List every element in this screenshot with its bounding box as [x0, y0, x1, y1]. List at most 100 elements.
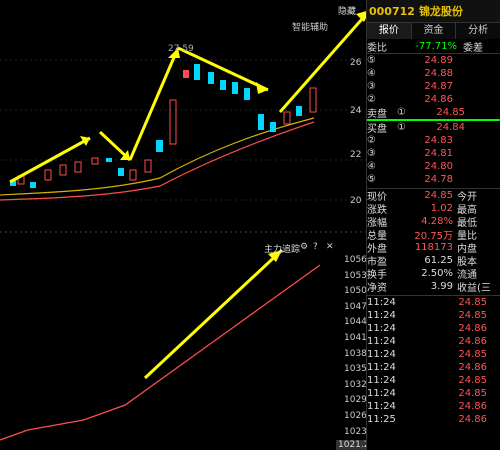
sell-2-price: 24.86: [424, 94, 453, 105]
indicator-y-tick: 1029: [344, 395, 367, 406]
trade-price: 24.86: [458, 336, 487, 347]
tab-funds[interactable]: 资金: [411, 23, 457, 39]
stat-value: 2.50%: [421, 268, 453, 279]
trade-time: 11:25: [367, 414, 396, 425]
stat-value: 24.85: [424, 190, 453, 201]
trade-time: 11:24: [367, 310, 396, 321]
weibi-row: 委比 -77.71% 委差: [367, 40, 500, 54]
weibi-value: -77.71%: [415, 41, 457, 52]
stat-extra: 收益(三: [457, 283, 491, 294]
weicha-label: 委差: [463, 43, 483, 54]
annotation-label: 27.59: [168, 44, 194, 54]
trade-price: 24.86: [458, 323, 487, 334]
sell-3: ③ 24.87: [367, 80, 500, 93]
buy-4: ④ 24.80: [367, 160, 500, 173]
trade-row: 11:24 24.86: [367, 361, 500, 374]
sell-label: 卖盘: [367, 109, 387, 120]
quote-panel: 000712 锦龙股份 报价 资金 分析 委比 -77.71% 委差 ⑤ 24.…: [366, 0, 500, 450]
buy-5-price: 24.78: [424, 174, 453, 185]
indicator-title: 主力追踪: [264, 245, 301, 255]
stats-section: 现价 24.85 今开 涨跌 1.02 最高 涨幅 4.28% 最低 总量 20.75万 量比 外盘 11…: [367, 189, 500, 294]
indicator-y-tick: 1041: [344, 333, 367, 343]
sell-5-price: 24.89: [424, 55, 453, 66]
hide-label[interactable]: 隐藏: [338, 4, 356, 17]
trade-row: 11:25 24.86: [367, 413, 500, 426]
trade-row: 11:24 24.85: [367, 348, 500, 361]
trade-row: 11:24 24.86: [367, 335, 500, 348]
indicator-y-tick: 1035: [344, 364, 367, 375]
buy-2: ② 24.83: [367, 134, 500, 147]
trade-price: 24.85: [458, 375, 487, 386]
sell-4: ④ 24.88: [367, 67, 500, 80]
indicator-y-tick: 1047: [344, 301, 367, 312]
trade-row: 11:24 24.86: [367, 322, 500, 335]
ma-line: [0, 117, 315, 196]
buy-5: ⑤ 24.78: [367, 173, 500, 186]
buy-3-price: 24.81: [424, 148, 453, 159]
sell-5-level: ⑤: [367, 55, 376, 66]
buy-3-level: ③: [367, 148, 376, 159]
buy-4-level: ④: [367, 161, 376, 172]
indicator-y-tick: 1050: [344, 286, 367, 297]
y-tick-22: 22: [350, 150, 362, 160]
trade-time: 11:24: [367, 336, 396, 347]
indicator-y-tick: 1038: [344, 348, 367, 359]
trade-time: 11:24: [367, 375, 396, 386]
stat-value: 118173: [414, 242, 453, 253]
tab-quote[interactable]: 报价: [367, 23, 412, 39]
trade-row: 11:24 24.85: [367, 387, 500, 400]
trade-time: 11:24: [367, 349, 396, 360]
trade-time: 11:24: [367, 323, 396, 334]
stat-value: 3.99: [430, 281, 453, 292]
sell-4-level: ④: [367, 68, 376, 79]
buy-section: 买盘 ① 24.84 ② 24.83 ③ 24.81 ④ 24.80 ⑤ 24.…: [367, 121, 500, 186]
trade-time: 11:24: [367, 388, 396, 399]
sell-1-price: 24.85: [436, 107, 465, 118]
kline-chart: [0, 11, 366, 441]
trade-price: 24.86: [458, 401, 487, 412]
buy-1: 买盘 ① 24.84: [367, 121, 500, 135]
gear-icon[interactable]: ⚙: [300, 242, 308, 252]
sell-5: ⑤ 24.89: [367, 54, 500, 67]
trade-price: 24.85: [458, 388, 487, 399]
buy-1-price: 24.84: [436, 122, 465, 133]
y-tick-20: 20: [350, 196, 362, 206]
trade-time: 11:24: [367, 297, 396, 308]
help-icon[interactable]: ?: [313, 242, 318, 252]
trade-price: 24.86: [458, 414, 487, 425]
stat-value: 61.25: [424, 255, 453, 266]
close-icon[interactable]: ✕: [326, 242, 334, 252]
y-tick-26: 26: [350, 58, 362, 68]
buy-4-price: 24.80: [424, 161, 453, 172]
buy-5-level: ⑤: [367, 174, 376, 185]
chart-area: 智能辅助 27.59 主力追踪 ⚙ ? ✕ 26 24 22 20 1056 10…: [0, 0, 379, 450]
indicator-y-tick: 1026: [344, 411, 367, 421]
sell-1-level: ①: [397, 107, 406, 118]
trade-price: 24.86: [458, 362, 487, 373]
sell-1: 卖盘 ① 24.85: [367, 106, 500, 120]
stat-row: 净资 3.99 收益(三: [367, 280, 500, 294]
y-tick-24: 24: [350, 106, 362, 116]
trade-row: 11:24 24.85: [367, 374, 500, 387]
stat-value: 20.75万: [414, 231, 453, 242]
buy-label: 买盘: [367, 124, 387, 135]
indicator-line: [0, 264, 321, 441]
buy-2-level: ②: [367, 135, 376, 146]
weibi-label: 委比: [367, 43, 387, 54]
stat-value: 4.28%: [421, 216, 453, 227]
trade-row: 11:24 24.85: [367, 296, 500, 309]
buy-2-price: 24.83: [424, 135, 453, 146]
tab-analysis[interactable]: 分析: [456, 23, 500, 39]
stat-label: 净资: [367, 283, 387, 294]
trade-price: 24.85: [458, 349, 487, 360]
trend-arrows: [9, 11, 366, 380]
quote-content: 委比 -77.71% 委差 ⑤ 24.89 ④ 24.88 ③ 24.87 ② …: [367, 40, 500, 426]
indicator-y-tick: 1053: [344, 270, 367, 281]
quote-tabs: 报价 资金 分析: [367, 23, 500, 39]
trade-time: 11:24: [367, 401, 396, 412]
sell-3-level: ③: [367, 81, 376, 92]
trade-time: 11:24: [367, 362, 396, 373]
stock-name: 锦龙股份: [418, 5, 463, 18]
trade-list: 11:24 24.85 11:24 24.85 11:24 24.86 11:24 24.86…: [367, 296, 500, 426]
stock-code: 000712: [369, 4, 415, 18]
